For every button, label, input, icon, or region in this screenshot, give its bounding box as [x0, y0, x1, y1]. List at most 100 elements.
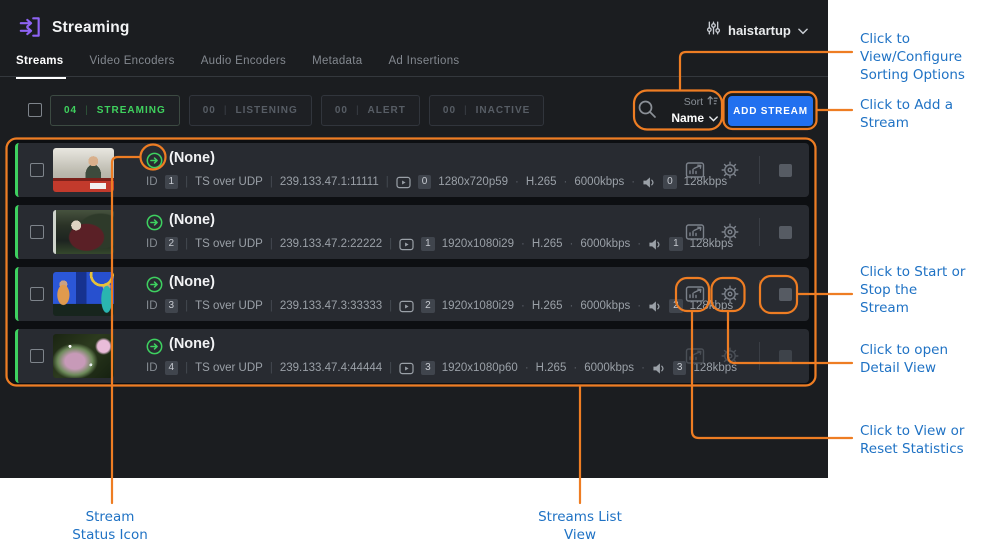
stop-icon [779, 164, 792, 177]
screenshot-canvas: Streaming haistartup Streams Video Encod… [0, 0, 999, 547]
statistics-icon[interactable] [683, 158, 707, 182]
stream-meta: ID 4 TS over UDP 239.133.47.4:44444 3 19… [146, 361, 737, 375]
row-checkbox[interactable] [30, 349, 44, 363]
stream-status-icon [146, 214, 163, 231]
resolution: 1920x1080i29 [442, 300, 514, 312]
streaming-logo-icon [17, 14, 43, 40]
filter-divider: | [356, 105, 360, 116]
video-index-badge: 0 [418, 175, 432, 189]
stop-stream-button[interactable] [773, 282, 797, 306]
stop-stream-button[interactable] [773, 344, 797, 368]
dot [525, 362, 529, 374]
filter-label: STREAMING [97, 105, 166, 116]
stream-thumbnail [53, 210, 114, 254]
actions-divider [759, 156, 760, 184]
bitrate: 6000kbps [580, 300, 630, 312]
tab-video-encoders[interactable]: Video Encoders [90, 55, 175, 81]
filter-count: 00 [443, 105, 456, 116]
row-checkbox[interactable] [30, 163, 44, 177]
stream-thumbnail [53, 272, 114, 316]
annotation-statistics: Click to View or Reset Statistics [860, 422, 964, 458]
filter-label: LISTENING [235, 105, 297, 116]
id-label: ID [146, 176, 158, 188]
dot [573, 362, 577, 374]
id-label: ID [146, 238, 158, 250]
separator [389, 362, 392, 374]
sort-value: Name [671, 111, 704, 125]
id-label: ID [146, 362, 158, 374]
video-index-badge: 3 [421, 361, 435, 375]
stream-status-icon [146, 276, 163, 293]
gear-icon[interactable] [718, 220, 742, 244]
video-icon [399, 300, 414, 313]
codec: H.265 [532, 300, 563, 312]
statistics-icon[interactable] [683, 344, 707, 368]
filter-divider: | [85, 105, 89, 116]
resolution: 1920x1080p60 [442, 362, 518, 374]
stop-stream-button[interactable] [773, 220, 797, 244]
tab-metadata[interactable]: Metadata [312, 55, 362, 81]
resolution: 1920x1080i29 [442, 238, 514, 250]
stream-row[interactable]: (None) ID 3 TS over UDP 239.133.47.3:333… [15, 267, 809, 321]
filter-count: 00 [203, 105, 216, 116]
stream-row[interactable]: (None) ID 2 TS over UDP 239.133.47.2:222… [15, 205, 809, 259]
dot [570, 238, 574, 250]
dot [564, 176, 568, 188]
annotation-list-view: Streams List View [510, 508, 650, 544]
separator [185, 238, 188, 250]
codec: H.265 [536, 362, 567, 374]
select-all-checkbox[interactable] [28, 103, 42, 117]
filter-label: INACTIVE [476, 105, 531, 116]
stream-title: (None) [169, 336, 215, 352]
address: 239.133.47.2:22222 [280, 238, 382, 250]
tab-bar: Streams Video Encoders Audio Encoders Me… [16, 55, 459, 81]
video-icon [399, 238, 414, 251]
sort-control[interactable]: Sort Name [660, 95, 718, 125]
address: 239.133.47.4:44444 [280, 362, 382, 374]
stream-row[interactable]: (None) ID 4 TS over UDP 239.133.47.4:444… [15, 329, 809, 383]
filter-inactive[interactable]: 00|INACTIVE [429, 95, 544, 126]
stop-stream-button[interactable] [773, 158, 797, 182]
statistics-icon[interactable] [683, 220, 707, 244]
video-icon [396, 176, 411, 189]
search-icon[interactable] [637, 99, 657, 119]
filter-count: 04 [64, 105, 77, 116]
address: 239.133.47.3:33333 [280, 300, 382, 312]
statistics-icon[interactable] [683, 282, 707, 306]
stream-title: (None) [169, 274, 215, 290]
account-name: haistartup [728, 23, 791, 38]
gear-icon[interactable] [718, 158, 742, 182]
sliders-icon [706, 20, 721, 41]
separator [389, 238, 392, 250]
row-checkbox[interactable] [30, 225, 44, 239]
row-checkbox[interactable] [30, 287, 44, 301]
gear-icon[interactable] [718, 282, 742, 306]
stream-row[interactable]: (None) ID 1 TS over UDP 239.133.47.1:111… [15, 143, 809, 197]
dot [515, 176, 519, 188]
stream-meta: ID 1 TS over UDP 239.133.47.1:11111 0 12… [146, 175, 727, 189]
id-badge: 4 [165, 361, 179, 375]
filter-streaming[interactable]: 04 | STREAMING [50, 95, 180, 126]
filter-listening[interactable]: 00|LISTENING [189, 95, 312, 126]
filter-alert[interactable]: 00|ALERT [321, 95, 420, 126]
stream-thumbnail [53, 334, 114, 378]
tab-audio-encoders[interactable]: Audio Encoders [201, 55, 286, 81]
chevron-down-icon [709, 111, 718, 125]
tab-ad-insertions[interactable]: Ad Insertions [388, 55, 459, 81]
stop-icon [779, 288, 792, 301]
codec: H.265 [532, 238, 563, 250]
dot [631, 176, 635, 188]
separator [270, 300, 273, 312]
separator [270, 176, 273, 188]
account-menu[interactable]: haistartup [706, 20, 808, 41]
gear-icon[interactable] [718, 344, 742, 368]
add-stream-button[interactable]: ADD STREAM [728, 96, 813, 126]
actions-divider [759, 218, 760, 246]
dot [637, 300, 641, 312]
video-index-badge: 1 [421, 237, 435, 251]
sort-arrows-icon [707, 95, 718, 109]
id-label: ID [146, 300, 158, 312]
address: 239.133.47.1:11111 [280, 176, 379, 188]
annotation-add-stream: Click to Add a Stream [860, 96, 953, 132]
tab-streams[interactable]: Streams [16, 55, 64, 81]
